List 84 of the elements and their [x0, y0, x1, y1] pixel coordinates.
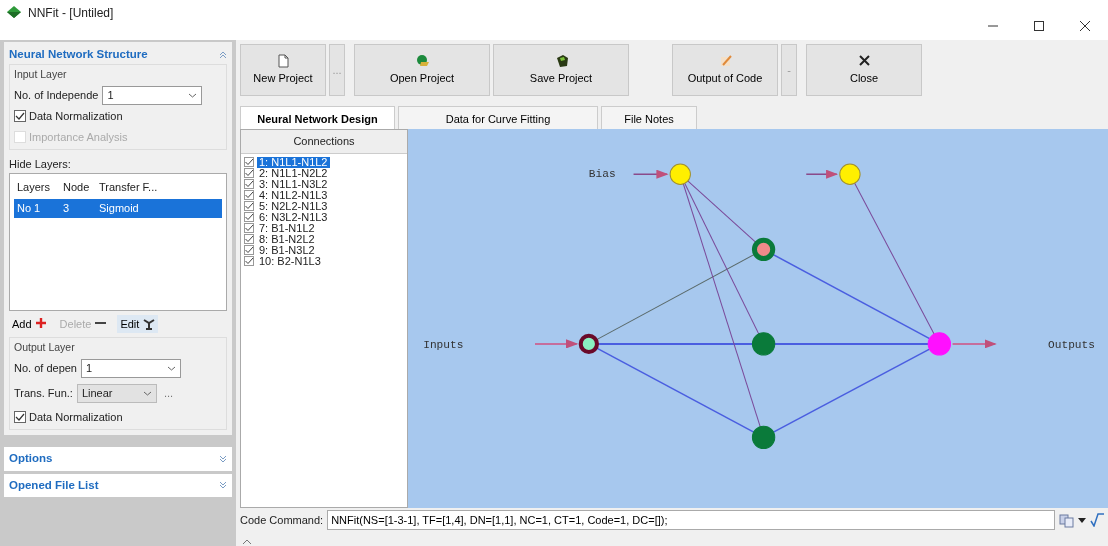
tab[interactable]: File Notes — [601, 106, 697, 129]
diagram-label: Inputs — [423, 338, 464, 351]
add-button[interactable]: Add — [9, 314, 49, 333]
edit-button[interactable]: Edit — [117, 314, 159, 333]
dropdown[interactable]: Linear — [76, 383, 157, 403]
toolbar-button[interactable]: Output of Code — [672, 44, 778, 96]
checkbox[interactable] — [244, 212, 254, 222]
checkbox[interactable] — [14, 110, 26, 123]
tab[interactable]: Neural Network Design — [240, 106, 395, 129]
checkbox[interactable] — [244, 223, 254, 233]
layer-row[interactable]: No 1 3 Sigmoid — [14, 199, 222, 218]
connection-item[interactable]: 8: B1-N2L2 — [257, 233, 317, 245]
field-label: Trans. Fun.: — [14, 386, 73, 401]
connection-item[interactable]: 5: N2L2-N1L3 — [257, 200, 330, 212]
toolbar-button[interactable]: Save Project — [493, 44, 629, 96]
field-label: No. of Independe — [14, 88, 99, 104]
arrow — [632, 169, 669, 179]
panel-header[interactable]: Neural Network Structure — [9, 46, 148, 64]
connection-item[interactable]: 1: N1L1-N1L2 — [257, 156, 330, 168]
dropdown[interactable]: 1 — [102, 86, 203, 105]
checkbox[interactable] — [244, 245, 254, 255]
checkbox[interactable] — [244, 190, 254, 200]
connection-item[interactable]: 9: B1-N3L2 — [257, 244, 317, 256]
dropdown[interactable]: 1 — [81, 358, 181, 378]
toolbar-button[interactable]: Close — [806, 44, 922, 96]
output-node — [927, 332, 952, 356]
group-title: Output Layer — [14, 340, 76, 355]
column-header: Node — [63, 179, 91, 195]
panel-header[interactable]: Opened File List — [4, 473, 232, 497]
checkbox-label: Data Normalization — [29, 409, 123, 425]
maximize-icon — [1034, 21, 1044, 31]
panel-header[interactable]: Options — [4, 447, 232, 471]
checkbox[interactable] — [244, 234, 254, 244]
toolbar-button[interactable]: New Project — [240, 44, 326, 96]
diagram-label: Outputs — [1048, 338, 1095, 351]
connection-item[interactable]: 6: N3L2-N1L3 — [257, 211, 330, 223]
checkbox[interactable] — [244, 179, 254, 189]
chevron-down-icon — [167, 365, 176, 371]
hidden-node — [751, 332, 776, 356]
connection-item[interactable]: 4: N1L2-N1L3 — [257, 189, 330, 201]
bias-node — [669, 163, 691, 185]
checkbox[interactable] — [244, 168, 254, 178]
toolbar-button[interactable]: Open Project — [354, 44, 490, 96]
field-label: Code Command: — [240, 512, 324, 528]
caret-icon[interactable] — [1078, 516, 1086, 524]
connection-item[interactable]: 3: N1L1-N3L2 — [257, 178, 330, 190]
checkbox-label: Importance Analysis — [29, 129, 128, 145]
input-node — [578, 333, 599, 355]
checkbox[interactable] — [244, 201, 254, 211]
chevron-down-icon — [142, 390, 152, 396]
plus-icon — [35, 317, 46, 330]
tool-icon — [143, 317, 156, 330]
close-icon — [1080, 21, 1090, 31]
tab[interactable]: Data for Curve Fitting — [398, 106, 598, 129]
arrow — [951, 339, 997, 349]
arrow — [805, 169, 839, 179]
hidden-node — [751, 237, 776, 262]
connection-item[interactable]: 2: N1L1-N2L2 — [257, 167, 330, 179]
checkbox-label: Data Normalization — [29, 109, 123, 124]
connection-item[interactable]: 10: B2-N1L3 — [257, 255, 323, 267]
column-header: Transfer F... — [99, 179, 159, 195]
checkbox[interactable] — [14, 411, 26, 423]
hidden-node — [751, 425, 776, 450]
connection-item[interactable]: 7: B1-N1L2 — [257, 222, 317, 234]
field-label: No. of depen — [14, 361, 77, 376]
code-input[interactable]: NNFit(NS=[1-3-1], TF=[1,4], DN=[1,1], NC=1, CT=1, Code=1, DC=[]); — [327, 510, 1055, 530]
chevron-down-icon — [188, 93, 198, 98]
more-button[interactable]: ... — [160, 384, 177, 403]
checkbox[interactable] — [244, 157, 254, 167]
column-header: Layers — [17, 179, 52, 195]
window-title: NNFit - [Untiled] — [28, 5, 114, 22]
column-header: Connections — [241, 130, 407, 154]
root-icon[interactable] — [1090, 513, 1104, 527]
globe-folder-icon — [415, 53, 429, 68]
pencil-icon — [718, 53, 732, 68]
checkbox[interactable] — [244, 256, 254, 266]
diagram-label: Bias — [588, 168, 616, 181]
section-label: Hide Layers: — [9, 157, 72, 172]
group-title: Input Layer — [14, 67, 68, 83]
arrow — [534, 339, 579, 349]
app-logo-icon — [6, 4, 22, 20]
bias-node — [839, 163, 861, 185]
document-icon — [276, 53, 290, 68]
close-icon — [857, 53, 871, 68]
